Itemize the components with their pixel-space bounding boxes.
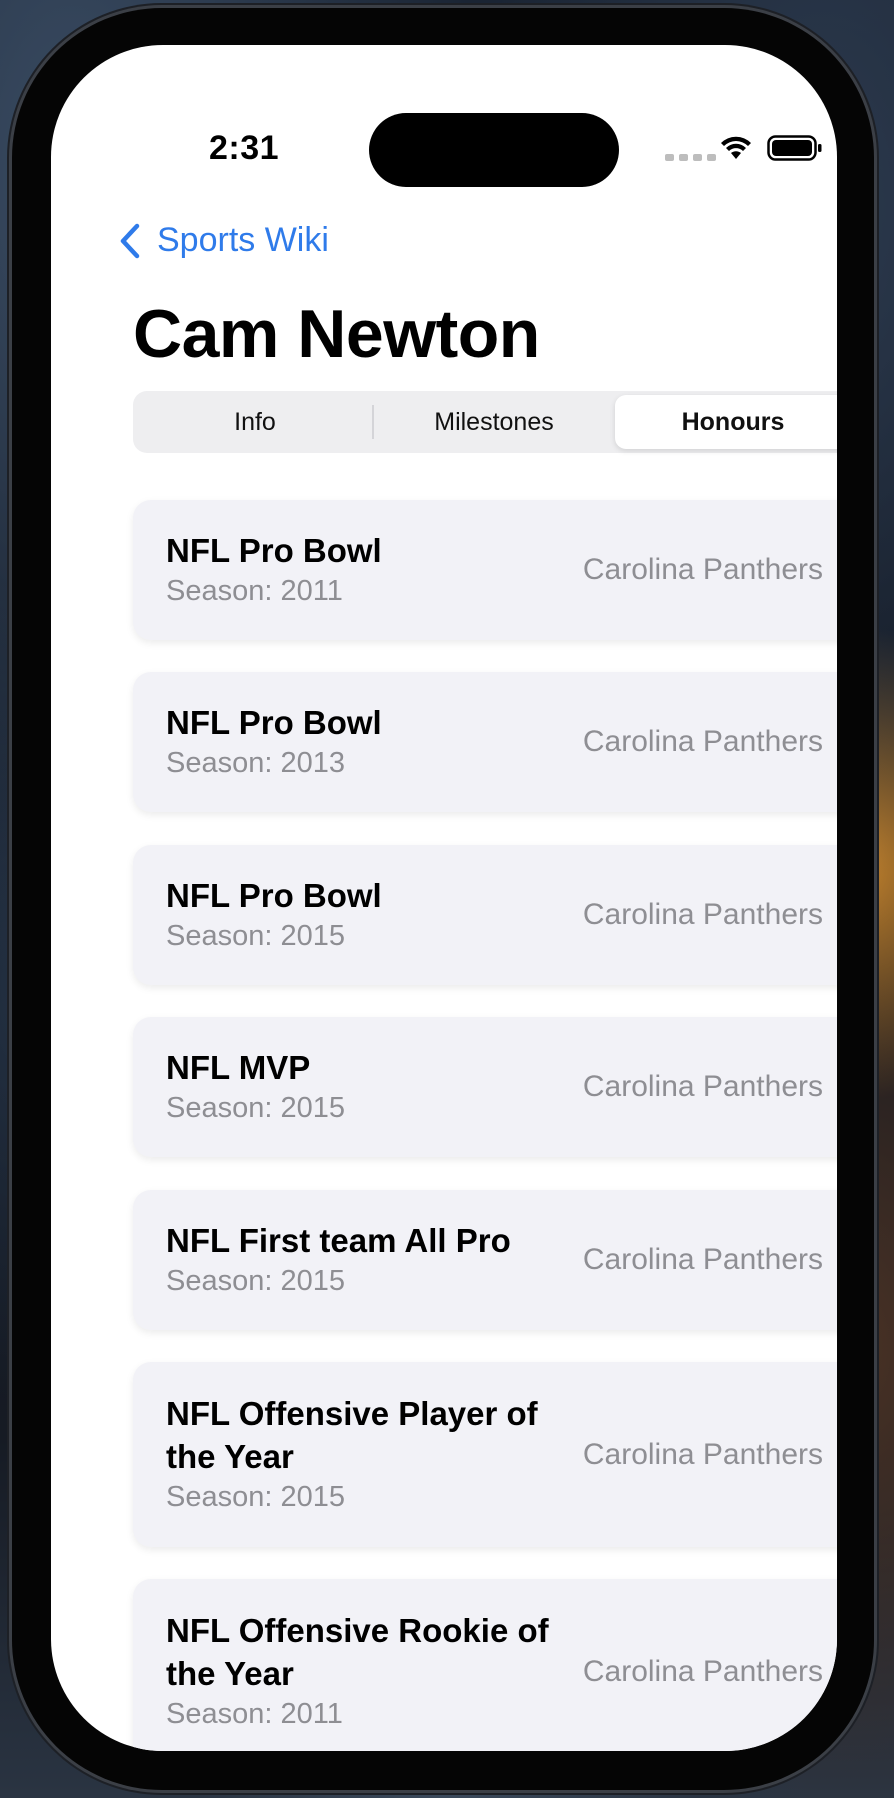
honour-season: Season: 2015 (166, 1264, 345, 1297)
app-screen: 2:31 Sports Wiki Cam Newton Info Milesto… (51, 45, 837, 1751)
honour-card[interactable]: NFL MVP Season: 2015 Carolina Panthers (133, 1017, 837, 1157)
honour-card[interactable]: NFL Offensive Rookie of the Year Season:… (133, 1579, 837, 1751)
honour-card-body: NFL Pro Bowl Season: 2011 (166, 500, 556, 640)
back-button[interactable]: Sports Wiki (119, 221, 329, 260)
honour-title: NFL Pro Bowl (166, 876, 382, 914)
tab-milestones[interactable]: Milestones (376, 395, 612, 449)
honour-team: Carolina Panthers (582, 1437, 823, 1471)
honour-team: Carolina Panthers (582, 725, 823, 758)
honour-card[interactable]: NFL Offensive Player of the Year Season:… (133, 1362, 837, 1547)
honour-card-body: NFL Pro Bowl Season: 2015 (166, 845, 556, 985)
honour-title: NFL Pro Bowl (166, 703, 382, 741)
tab-honours[interactable]: Honours (615, 395, 837, 449)
honour-team: Carolina Panthers (582, 1243, 823, 1276)
segmented-control: Info Milestones Honours (133, 391, 837, 453)
page-title: Cam Newton (133, 296, 540, 372)
battery-icon (767, 135, 822, 161)
honour-season: Season: 2011 (166, 574, 343, 607)
honour-season: Season: 2011 (166, 1697, 343, 1730)
honour-card-body: NFL Offensive Player of the Year Season:… (166, 1362, 556, 1547)
tab-info[interactable]: Info (137, 395, 373, 449)
honour-title: NFL First team All Pro (166, 1221, 511, 1259)
honour-title: NFL MVP (166, 1048, 311, 1086)
honour-card-body: NFL Offensive Rookie of the Year Season:… (166, 1579, 556, 1751)
honour-card-body: NFL MVP Season: 2015 (166, 1017, 556, 1157)
honour-card[interactable]: NFL First team All Pro Season: 2015 Caro… (133, 1190, 837, 1330)
honour-season: Season: 2015 (166, 1091, 345, 1124)
wifi-icon (721, 136, 751, 159)
cellular-signal-icon (665, 154, 716, 161)
honour-card-body: NFL First team All Pro Season: 2015 (166, 1190, 556, 1330)
honour-team: Carolina Panthers (582, 1070, 823, 1103)
chevron-left-icon (120, 223, 140, 258)
back-button-label: Sports Wiki (157, 221, 329, 259)
honour-title: NFL Offensive Rookie of the Year (166, 1611, 549, 1692)
honour-card[interactable]: NFL Pro Bowl Season: 2013 Carolina Panth… (133, 672, 837, 812)
status-time: 2:31 (209, 129, 280, 167)
dynamic-island (369, 113, 619, 187)
honour-team: Carolina Panthers (582, 898, 823, 931)
honour-card-body: NFL Pro Bowl Season: 2013 (166, 672, 556, 812)
honour-title: NFL Pro Bowl (166, 531, 382, 569)
honour-title: NFL Offensive Player of the Year (166, 1394, 538, 1475)
honour-card[interactable]: NFL Pro Bowl Season: 2011 Carolina Panth… (133, 500, 837, 640)
honour-team: Carolina Panthers (582, 1654, 823, 1688)
honour-team: Carolina Panthers (582, 553, 823, 586)
honour-card[interactable]: NFL Pro Bowl Season: 2015 Carolina Panth… (133, 845, 837, 985)
honour-season: Season: 2015 (166, 1480, 345, 1513)
segment-divider (372, 405, 374, 439)
honour-season: Season: 2013 (166, 746, 345, 779)
honour-season: Season: 2015 (166, 919, 345, 952)
